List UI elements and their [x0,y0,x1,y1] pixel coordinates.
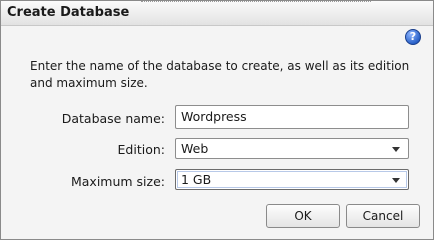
database-name-value: Wordpress [181,109,247,124]
dialog-titlebar: Create Database [1,1,433,26]
create-database-dialog: Create Database ? Enter the name of the … [0,0,434,240]
cancel-button[interactable]: Cancel [346,204,420,228]
maximum-size-select[interactable]: 1 GB [175,169,409,190]
help-icon[interactable]: ? [405,29,421,45]
edition-value: Web [181,141,209,156]
edition-select[interactable]: Web [175,138,409,159]
ok-button[interactable]: OK [266,204,340,228]
focus-ring [177,171,407,188]
chevron-down-icon [392,178,400,183]
database-name-label: Database name: [61,111,165,126]
dialog-title: Create Database [7,5,130,20]
edition-label: Edition: [117,142,165,157]
maximum-size-label: Maximum size: [70,174,165,189]
database-name-input[interactable]: Wordpress [175,105,409,129]
titlebar-divider [141,1,371,3]
chevron-down-icon [392,147,400,152]
maximum-size-value: 1 GB [181,172,212,187]
instructions-text: Enter the name of the database to create… [30,59,410,90]
